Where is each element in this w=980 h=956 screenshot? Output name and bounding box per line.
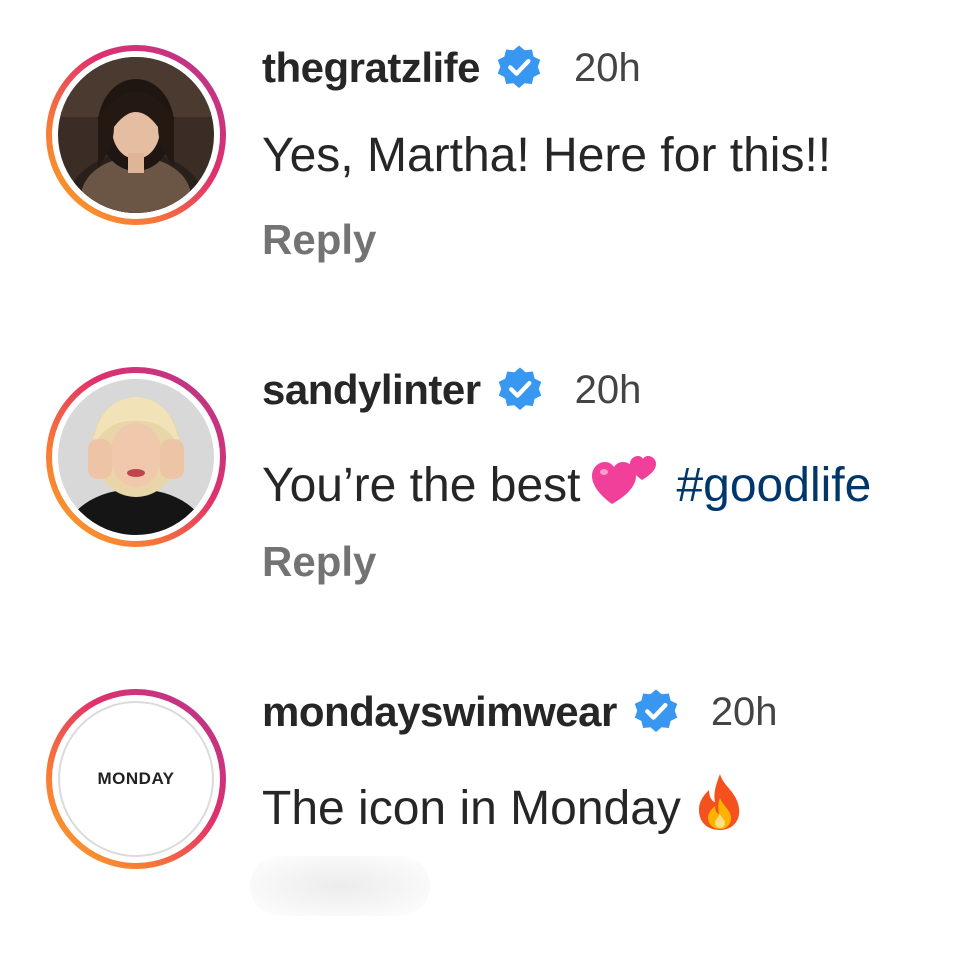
- story-ring[interactable]: [46, 45, 226, 225]
- comment-body: The icon in Monday: [262, 781, 681, 835]
- verified-badge-icon: [631, 687, 681, 737]
- comment-timestamp: 20h: [574, 367, 642, 412]
- comment-body: You’re the best: [262, 458, 581, 512]
- brand-logo: MONDAY: [97, 769, 175, 788]
- username-link[interactable]: thegratzlife: [262, 44, 481, 92]
- comment-body: Yes, Martha! Here for this!!: [262, 129, 832, 182]
- username-link[interactable]: sandylinter: [262, 366, 481, 414]
- username-link[interactable]: mondayswimwear: [262, 688, 617, 736]
- story-ring[interactable]: [46, 367, 226, 547]
- comment-text: Yes, Martha! Here for this!!: [262, 128, 831, 183]
- story-ring[interactable]: MONDAY: [46, 689, 226, 869]
- two-hearts-emoji-icon: [592, 450, 658, 520]
- avatar[interactable]: [58, 379, 214, 535]
- avatar[interactable]: MONDAY: [58, 701, 214, 857]
- hashtag-link[interactable]: #goodlife: [676, 458, 871, 513]
- comment-timestamp: 20h: [574, 45, 641, 90]
- fire-emoji-icon: [693, 772, 747, 844]
- reply-button[interactable]: Reply: [262, 216, 376, 264]
- avatar[interactable]: [58, 57, 214, 213]
- blurred-reply-placeholder: [250, 856, 430, 916]
- comment-timestamp: 20h: [710, 689, 778, 734]
- comment-text: The icon in Monday: [262, 772, 747, 844]
- reply-button[interactable]: Reply: [262, 538, 376, 586]
- verified-badge-icon: [494, 43, 544, 93]
- comment-text: You’re the best #goodlife: [262, 450, 871, 520]
- verified-badge-icon: [495, 365, 545, 415]
